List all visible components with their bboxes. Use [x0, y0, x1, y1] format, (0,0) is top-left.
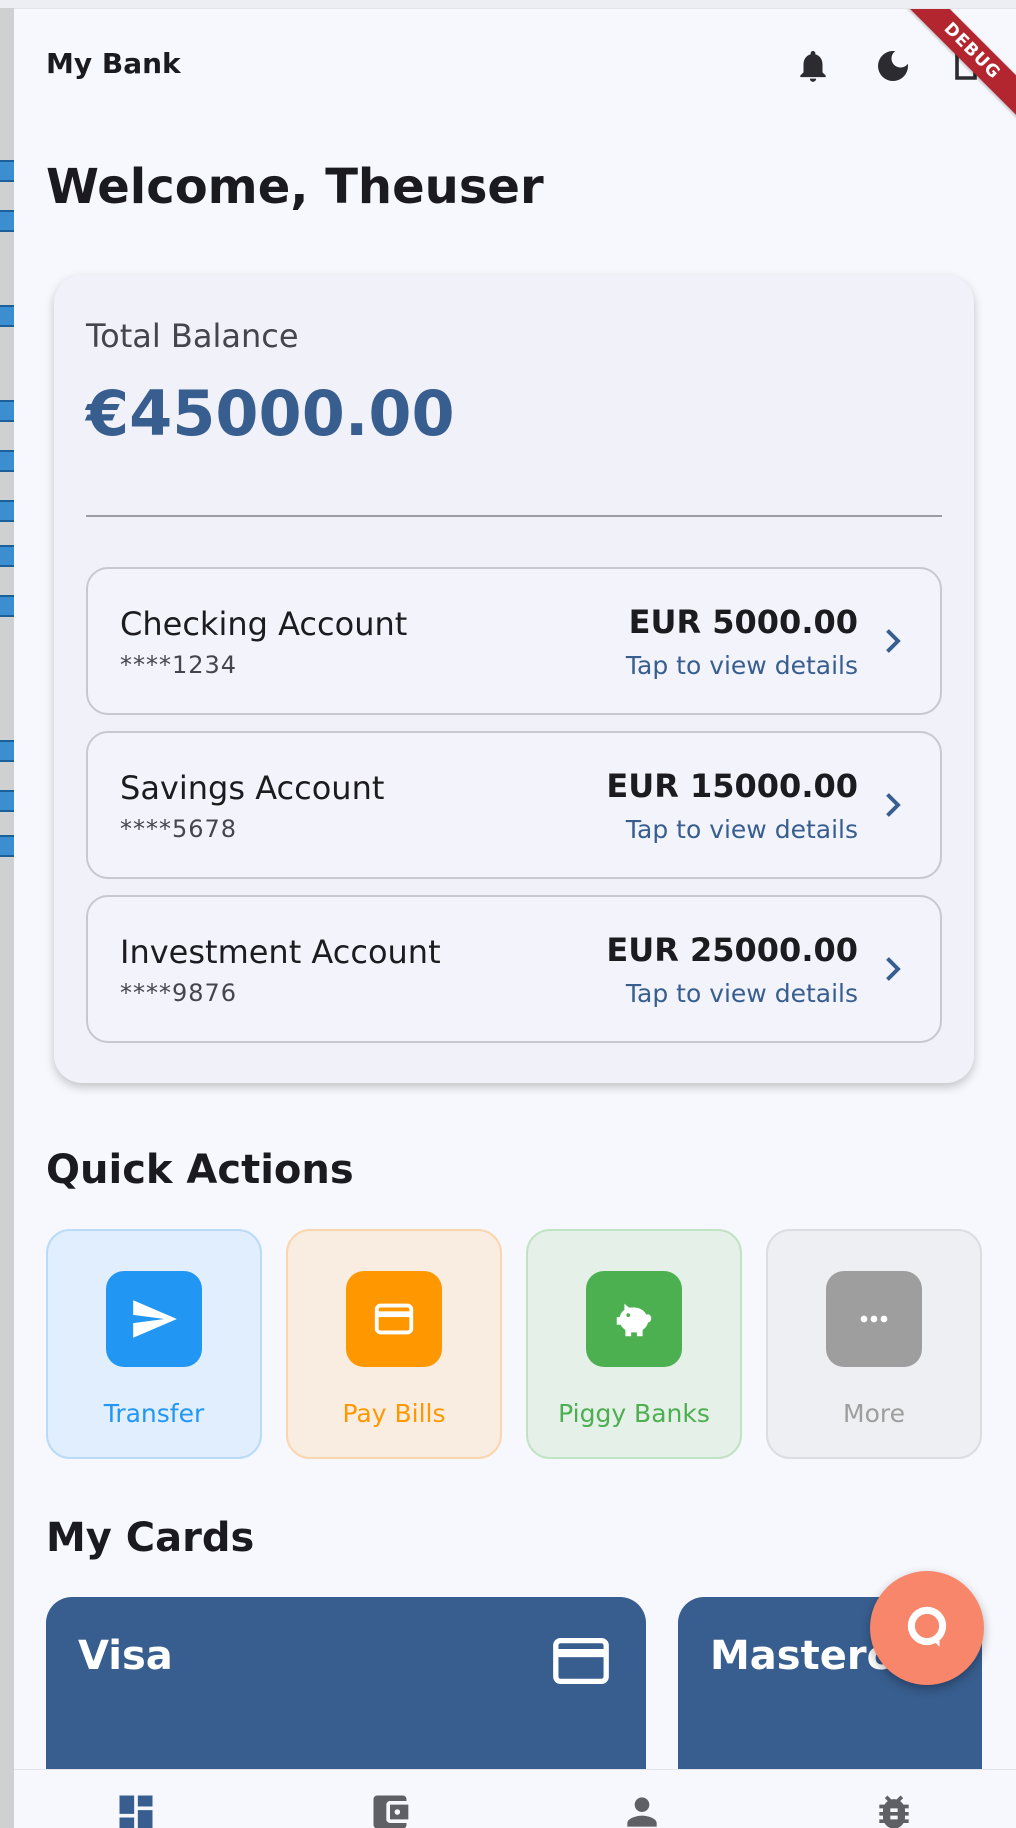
quick-action-label: Transfer: [103, 1399, 205, 1428]
quick-action-transfer[interactable]: Transfer: [46, 1229, 262, 1459]
account-item-investment[interactable]: Investment Account ****9876 EUR 25000.00…: [86, 895, 942, 1043]
card-name: Masterc: [710, 1633, 891, 1679]
balance-card: Total Balance €45000.00 Checking Account…: [54, 275, 974, 1083]
app-window: My Bank DEBUG Welcome, Theuser Total Bal…: [14, 8, 1016, 1828]
account-balance: EUR 5000.00: [628, 603, 858, 641]
chat-fab[interactable]: [870, 1571, 984, 1685]
bottom-navigation: [14, 1769, 1016, 1828]
account-details-link: Tap to view details: [625, 979, 858, 1008]
account-item-checking[interactable]: Checking Account ****1234 EUR 5000.00 Ta…: [86, 567, 942, 715]
nav-dashboard[interactable]: [112, 1790, 160, 1828]
dark-mode-icon[interactable]: [870, 43, 916, 89]
chevron-right-icon: [886, 629, 901, 653]
person-icon: [627, 1797, 657, 1827]
quick-action-label: Piggy Banks: [558, 1399, 710, 1428]
chat-icon: [907, 1606, 947, 1647]
account-name: Investment Account: [120, 933, 441, 971]
divider: [86, 515, 942, 517]
account-name: Savings Account: [120, 769, 385, 807]
account-details-link: Tap to view details: [625, 651, 858, 680]
notifications-icon[interactable]: [790, 43, 836, 89]
account-number: ****5678: [120, 815, 238, 843]
background-window: [0, 0, 14, 1828]
credit-card-icon: [553, 1637, 609, 1685]
background-decoration: [0, 210, 14, 232]
background-decoration: [0, 500, 14, 522]
wallet-icon: [373, 1795, 409, 1828]
background-decoration: [0, 545, 14, 567]
quick-actions-heading: Quick Actions: [46, 1147, 354, 1193]
account-balance: EUR 15000.00: [606, 767, 858, 805]
window-top-border: [0, 0, 1016, 8]
quick-action-piggy-banks[interactable]: Piggy Banks: [526, 1229, 742, 1459]
account-number: ****1234: [120, 651, 238, 679]
quick-action-pay-bills[interactable]: Pay Bills: [286, 1229, 502, 1459]
account-item-savings[interactable]: Savings Account ****5678 EUR 15000.00 Ta…: [86, 731, 942, 879]
nav-profile[interactable]: [618, 1790, 666, 1828]
app-title: My Bank: [46, 47, 181, 80]
welcome-heading: Welcome, Theuser: [46, 159, 544, 215]
background-decoration: [0, 305, 14, 327]
chevron-right-icon: [886, 793, 901, 817]
account-balance: EUR 25000.00: [606, 931, 858, 969]
credit-card-icon: [346, 1271, 442, 1367]
piggy-bank-icon: [586, 1271, 682, 1367]
quick-action-label: More: [843, 1399, 905, 1428]
total-balance-label: Total Balance: [86, 317, 299, 355]
app-bar: My Bank DEBUG: [14, 9, 1016, 125]
account-name: Checking Account: [120, 605, 408, 643]
chevron-right-icon: [886, 957, 901, 981]
my-cards-heading: My Cards: [46, 1515, 255, 1561]
send-icon: [106, 1271, 202, 1367]
bug-icon: [879, 1795, 909, 1828]
quick-action-more[interactable]: More: [766, 1229, 982, 1459]
dashboard-icon: [119, 1795, 153, 1828]
nav-debug[interactable]: [870, 1790, 918, 1828]
background-decoration: [0, 740, 14, 762]
total-balance-amount: €45000.00: [86, 377, 455, 450]
background-decoration: [0, 450, 14, 472]
quick-action-label: Pay Bills: [342, 1399, 446, 1428]
background-decoration: [0, 160, 14, 182]
more-horizontal-icon: [826, 1271, 922, 1367]
account-number: ****9876: [120, 979, 238, 1007]
account-details-link: Tap to view details: [625, 815, 858, 844]
card-name: Visa: [78, 1633, 173, 1679]
background-decoration: [0, 595, 14, 617]
background-decoration: [0, 835, 14, 857]
background-decoration: [0, 790, 14, 812]
nav-wallet[interactable]: [366, 1790, 414, 1828]
background-decoration: [0, 400, 14, 422]
